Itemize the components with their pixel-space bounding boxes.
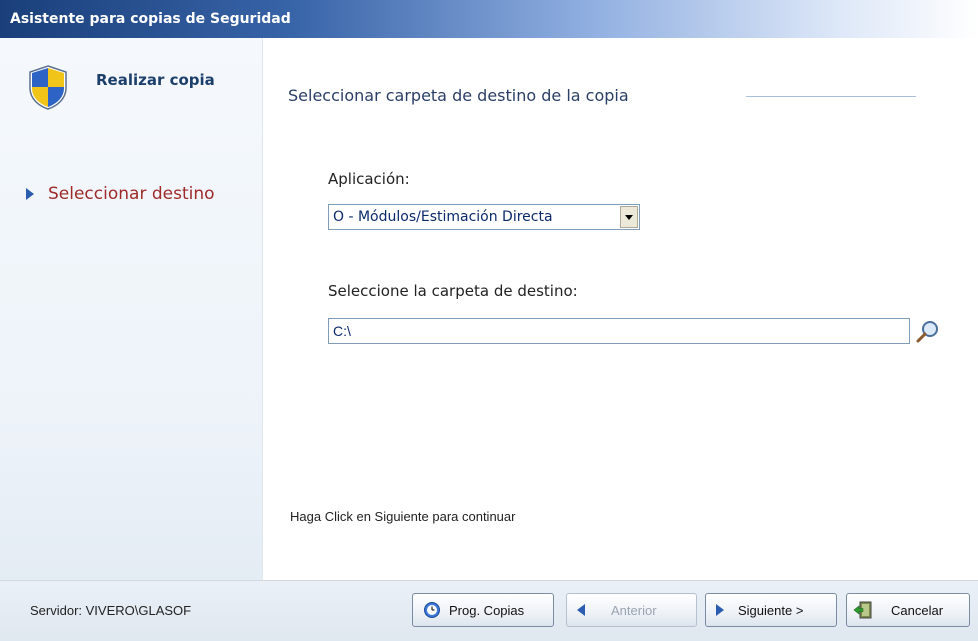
folder-path-value: C:\	[333, 323, 351, 339]
footer-bar: Servidor: VIVERO\GLASOF Prog. Copias Ant…	[0, 580, 978, 641]
siguiente-label: Siguiente >	[738, 602, 804, 618]
sidebar-step-seleccionar-destino[interactable]: Seleccionar destino	[26, 184, 215, 204]
triangle-left-icon	[577, 604, 585, 616]
siguiente-button[interactable]: Siguiente >	[705, 593, 837, 627]
heading-divider	[746, 96, 916, 97]
window-title: Asistente para copias de Seguridad	[10, 11, 291, 27]
folder-path-input[interactable]: C:\	[328, 318, 910, 344]
sidebar-step-label: Seleccionar destino	[48, 184, 215, 204]
page-heading: Seleccionar carpeta de destino de la cop…	[288, 86, 629, 105]
cancelar-button[interactable]: Cancelar	[846, 593, 970, 627]
prog-copias-button[interactable]: Prog. Copias	[412, 593, 554, 627]
title-bar: Asistente para copias de Seguridad	[0, 0, 978, 38]
clock-icon	[423, 601, 441, 619]
folder-label: Seleccione la carpeta de destino:	[328, 282, 578, 300]
triangle-right-icon	[26, 188, 34, 200]
cancelar-label: Cancelar	[891, 602, 944, 618]
application-label: Aplicación:	[328, 170, 410, 188]
application-select[interactable]: O - Módulos/Estimación Directa	[328, 204, 640, 230]
browse-magnifier-icon[interactable]	[914, 318, 942, 346]
security-shield-icon	[29, 65, 67, 110]
chevron-down-icon	[625, 214, 633, 220]
sidebar: Realizar copia Seleccionar destino	[0, 38, 263, 580]
prog-copias-label: Prog. Copias	[449, 602, 525, 618]
anterior-label: Anterior	[611, 602, 657, 618]
instruction-text: Haga Click en Siguiente para continuar	[290, 509, 516, 524]
application-select-value: O - Módulos/Estimación Directa	[333, 209, 553, 225]
server-label: Servidor: VIVERO\GLASOF	[30, 603, 192, 618]
dropdown-button[interactable]	[620, 206, 638, 228]
exit-door-icon	[853, 601, 873, 619]
anterior-button[interactable]: Anterior	[566, 593, 697, 627]
triangle-right-icon	[716, 604, 724, 616]
sidebar-section-title: Realizar copia	[96, 71, 215, 89]
